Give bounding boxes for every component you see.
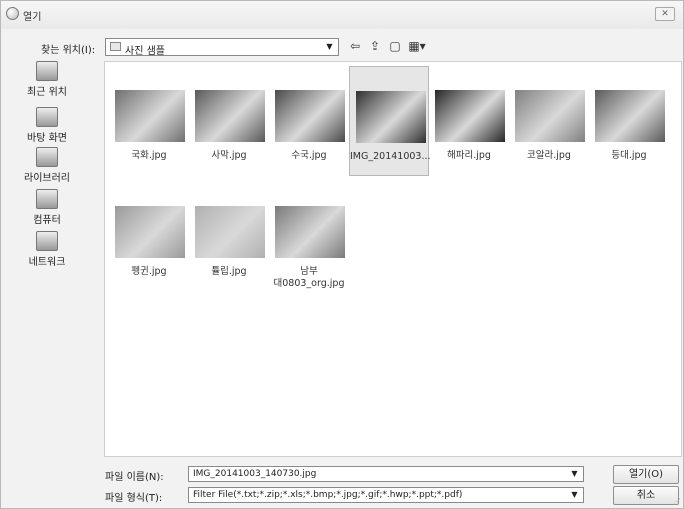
view-menu-icon[interactable]: ▦▾: [407, 38, 427, 54]
close-icon: ✕: [661, 9, 669, 19]
places-bar: 최근 위치 바탕 화면 라이브러리 컴퓨터 네트워크: [9, 61, 99, 461]
computer-icon: [36, 189, 58, 209]
file-name: IMG_20141003...: [350, 151, 431, 162]
filetype-label: 파일 형식(T):: [105, 493, 163, 504]
new-folder-icon[interactable]: ▢: [387, 38, 403, 54]
file-item[interactable]: IMG_20141003...: [349, 66, 431, 176]
open-file-dialog: 열기 ✕ 찾는 위치(I): 사진 샘플 ▼ ⇦ ⇪ ▢ ▦▾ 최근 위치 바탕…: [0, 0, 684, 509]
file-item[interactable]: 펭귄.jpg: [109, 182, 189, 292]
file-name: 튤립.jpg: [211, 266, 247, 277]
file-name: 사막.jpg: [211, 150, 247, 161]
file-name: 해파리.jpg: [447, 150, 491, 161]
place-libraries[interactable]: 라이브러리: [9, 147, 85, 184]
filename-value: IMG_20141003_140730.jpg: [193, 469, 317, 479]
thumbnail: [115, 206, 185, 258]
file-item[interactable]: 국화.jpg: [109, 66, 189, 176]
thumbnail: [275, 90, 345, 142]
thumbnail: [195, 206, 265, 258]
thumbnail: [435, 90, 505, 142]
filename-label: 파일 이름(N):: [105, 472, 164, 483]
file-item[interactable]: 해파리.jpg: [429, 66, 509, 176]
file-name: 남부 대0803_org.jpg: [273, 266, 345, 289]
filetype-dropdown[interactable]: Filter File(*.txt;*.zip;*.xls;*.bmp;*.jp…: [188, 487, 584, 503]
lookin-value: 사진 샘플: [125, 46, 165, 57]
place-computer[interactable]: 컴퓨터: [9, 189, 85, 226]
file-item[interactable]: 사막.jpg: [189, 66, 269, 176]
file-name: 코알라.jpg: [527, 150, 571, 161]
chevron-down-icon[interactable]: ▼: [568, 489, 581, 501]
place-recent[interactable]: 최근 위치: [9, 61, 85, 98]
thumbnail: [275, 206, 345, 258]
file-name: 수국.jpg: [291, 150, 327, 161]
open-button[interactable]: 열기(O): [613, 465, 679, 484]
libraries-icon: [36, 147, 58, 167]
lookin-label: 찾는 위치(I):: [41, 45, 96, 56]
cancel-button[interactable]: 취소: [613, 486, 679, 505]
folder-icon: [110, 42, 121, 51]
file-item[interactable]: 코알라.jpg: [509, 66, 589, 176]
file-item[interactable]: 남부 대0803_org.jpg: [269, 182, 349, 292]
file-name: 등대.jpg: [611, 150, 647, 161]
file-name: 국화.jpg: [131, 150, 167, 161]
lookin-dropdown[interactable]: 사진 샘플 ▼: [105, 38, 339, 57]
place-label: 네트워크: [28, 257, 66, 268]
thumbnail: [356, 91, 426, 143]
file-item[interactable]: 수국.jpg: [269, 66, 349, 176]
up-folder-icon[interactable]: ⇪: [367, 38, 383, 54]
chevron-down-icon[interactable]: ▼: [323, 41, 336, 53]
back-arrow-icon[interactable]: ⇦: [347, 38, 363, 54]
place-label: 최근 위치: [27, 87, 67, 98]
thumbnail: [515, 90, 585, 142]
resize-grip-icon[interactable]: ⋰: [673, 497, 681, 506]
thumbnail: [115, 90, 185, 142]
file-name: 펭귄.jpg: [131, 266, 167, 277]
thumbnail: [595, 90, 665, 142]
recent-places-icon: [36, 61, 58, 81]
title-bar[interactable]: 열기 ✕: [1, 1, 683, 29]
thumbnail: [195, 90, 265, 142]
place-desktop[interactable]: 바탕 화면: [9, 107, 85, 144]
filename-field[interactable]: IMG_20141003_140730.jpg ▼: [188, 466, 584, 482]
place-label: 바탕 화면: [27, 133, 67, 144]
place-label: 라이브러리: [24, 173, 70, 184]
chevron-down-icon[interactable]: ▼: [568, 468, 581, 480]
place-network[interactable]: 네트워크: [9, 231, 85, 268]
filetype-value: Filter File(*.txt;*.zip;*.xls;*.bmp;*.jp…: [193, 490, 463, 500]
place-label: 컴퓨터: [33, 215, 61, 226]
window-title: 열기: [23, 12, 42, 23]
file-item[interactable]: 등대.jpg: [589, 66, 669, 176]
app-icon: [6, 7, 19, 20]
network-icon: [36, 231, 58, 251]
desktop-icon: [36, 107, 58, 127]
file-list[interactable]: 국화.jpg 사막.jpg 수국.jpg IMG_20141003... 해파리…: [104, 61, 682, 457]
file-item[interactable]: 튤립.jpg: [189, 182, 269, 292]
close-button[interactable]: ✕: [655, 7, 675, 21]
